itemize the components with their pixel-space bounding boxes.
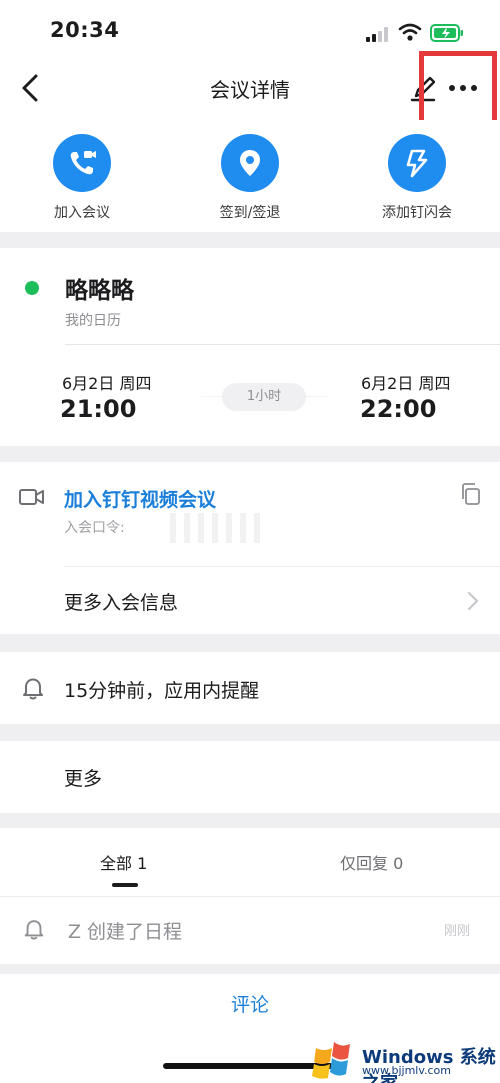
join-meeting-label: 加入会议 xyxy=(54,205,110,221)
calendar-color-dot xyxy=(25,281,39,295)
calendar-name: 我的日历 xyxy=(65,313,121,329)
join-video-meeting-link[interactable]: 加入钉钉视频会议 xyxy=(64,485,216,512)
checkin-button[interactable]: 签到/签退 xyxy=(190,120,310,222)
start-date: 6月2日 周四 xyxy=(62,374,152,393)
bell-icon xyxy=(23,678,43,700)
windows-logo xyxy=(312,1042,350,1079)
end-date: 6月2日 周四 xyxy=(361,374,451,393)
signal-icon xyxy=(366,26,392,42)
home-indicator xyxy=(163,1063,333,1069)
bell-icon xyxy=(24,920,44,940)
wifi-icon xyxy=(398,23,422,41)
lightning-icon xyxy=(406,149,428,178)
tab-all[interactable]: 全部 1 xyxy=(100,850,147,874)
add-flash-meeting-button[interactable]: 添加钉闪会 xyxy=(357,120,477,222)
duration-badge: 1小时 xyxy=(222,383,306,411)
password-redacted xyxy=(170,513,260,543)
start-time: 21:00 xyxy=(60,395,137,423)
divider xyxy=(64,566,500,567)
reminder-text: 15分钟前，应用内提醒 xyxy=(64,680,260,702)
battery-icon xyxy=(430,24,463,42)
copy-icon[interactable] xyxy=(458,481,484,507)
tab-reply-only[interactable]: 仅回复 0 xyxy=(340,850,403,874)
event-title: 略略略 xyxy=(65,278,134,304)
divider xyxy=(0,896,500,897)
end-time: 22:00 xyxy=(360,395,437,423)
watermark-brand: Windows 系统之家 xyxy=(362,1047,496,1083)
location-pin-icon xyxy=(240,150,260,176)
status-time: 20:34 xyxy=(50,18,120,42)
divider xyxy=(65,344,500,345)
chevron-right-icon xyxy=(467,591,479,611)
activity-text: Z 创建了日程 xyxy=(68,921,183,943)
password-label: 入会口令: xyxy=(64,520,125,536)
tab-indicator xyxy=(112,883,138,887)
comment-button[interactable]: 评论 xyxy=(0,990,500,1017)
join-meeting-button[interactable]: 加入会议 xyxy=(22,120,142,222)
add-flash-meeting-label: 添加钉闪会 xyxy=(382,205,452,221)
activity-time: 刚刚 xyxy=(444,924,471,939)
more-label: 更多 xyxy=(64,768,103,790)
more-join-info[interactable]: 更多入会信息 xyxy=(64,588,178,615)
watermark-url: www.bjjmlv.com xyxy=(362,1064,451,1077)
phone-video-icon xyxy=(70,151,96,175)
checkin-label: 签到/签退 xyxy=(219,205,281,221)
video-camera-icon xyxy=(19,489,44,505)
